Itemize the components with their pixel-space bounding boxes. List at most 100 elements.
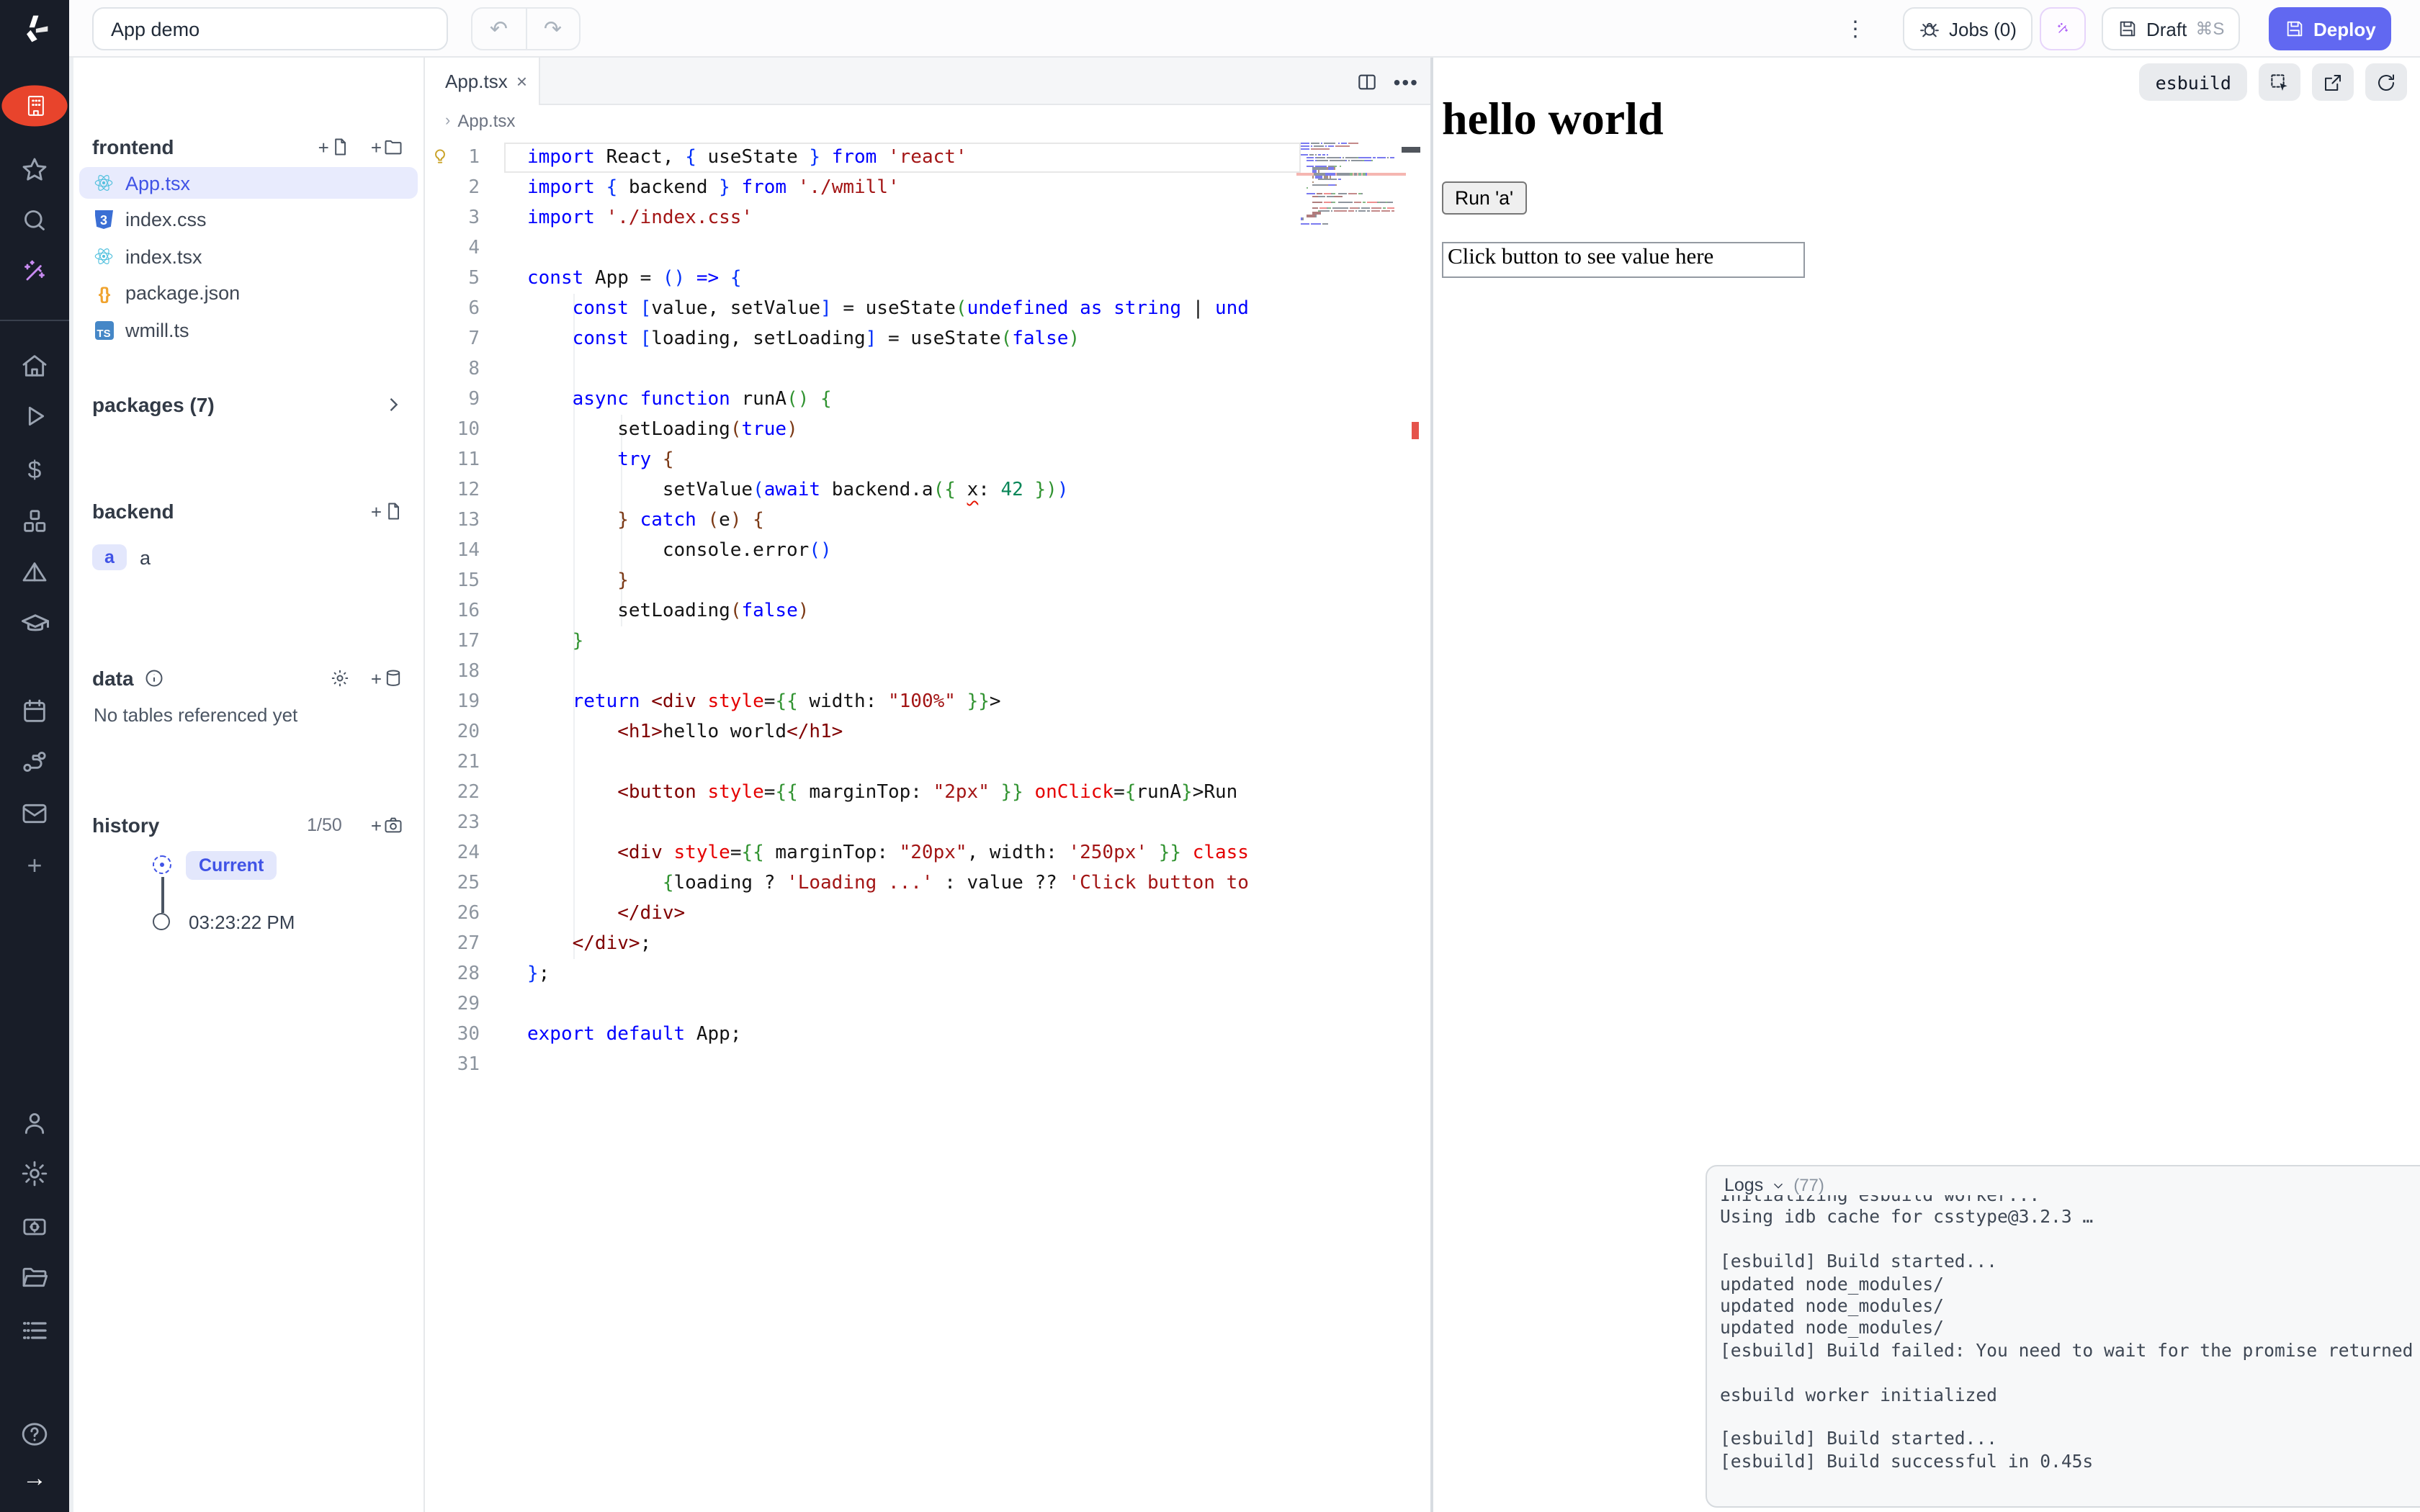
folders-icon[interactable] [0,1260,69,1295]
mail-icon[interactable] [0,796,69,831]
code-line-31[interactable] [527,1050,1298,1080]
triggers-prism-icon[interactable] [0,556,69,590]
code-lines[interactable]: import React, { useState } from 'react'i… [527,143,1298,1080]
code-line-7[interactable]: const [loading, setLoading] = useState(f… [527,324,1298,354]
code-line-8[interactable] [527,354,1298,384]
frontend-title: frontend [92,135,174,158]
code-line-13[interactable]: } catch (e) { [527,505,1298,536]
runs-play-icon[interactable] [0,399,69,433]
logs-panel[interactable]: Logs (77) Initializing esbuild worker...… [1706,1165,2420,1508]
editor-more-icon[interactable]: ••• [1394,70,1419,93]
code-line-20[interactable]: <h1>hello world</h1> [527,717,1298,747]
info-icon[interactable] [144,668,164,688]
history-current-badge[interactable]: Current [186,851,277,880]
file-row-app-tsx[interactable]: App.tsx [79,167,418,199]
add-table-button[interactable]: + [371,668,403,688]
close-tab-icon[interactable]: × [516,71,527,92]
jobs-button[interactable]: Jobs (0) [1903,7,2033,50]
chevron-right-icon[interactable] [383,395,403,415]
file-row-index-css[interactable]: 3index.css [79,204,418,235]
code-line-5[interactable]: const App = () => { [527,264,1298,294]
code-line-10[interactable]: setLoading(true) [527,415,1298,445]
user-icon[interactable] [0,1106,69,1140]
code-line-4[interactable] [527,233,1298,264]
file-name: index.css [125,209,207,230]
flows-route-icon[interactable] [0,744,69,779]
code-line-30[interactable]: export default App; [527,1020,1298,1050]
code-line-12[interactable]: setValue(await backend.a({ x: 42 })) [527,475,1298,505]
code-line-18[interactable] [527,657,1298,687]
data-settings-gear-icon[interactable] [331,668,351,688]
file-row-index-tsx[interactable]: index.tsx [79,240,418,272]
settings-gear-icon[interactable] [0,1156,69,1191]
logs-count: (77) [1793,1175,1824,1195]
code-line-21[interactable] [527,747,1298,778]
code-line-29[interactable] [527,989,1298,1020]
add-backend-script-button[interactable]: + [371,501,403,521]
breadcrumb[interactable]: › App.tsx [425,105,1430,137]
app-name-input[interactable] [92,7,448,50]
draft-shortcut: ⌘S [2195,19,2224,39]
code-line-25[interactable]: {loading ? 'Loading ...' : value ?? 'Cli… [527,868,1298,899]
search-icon[interactable] [0,203,69,238]
add-folder-button[interactable]: + [371,137,403,157]
workers-icon[interactable] [0,1210,69,1244]
windmill-logo-icon[interactable] [0,9,69,49]
tab-app-tsx[interactable]: App.tsx × [425,58,540,105]
file-row-package-json[interactable]: {}package.json [79,277,418,309]
more-menu-kebab-icon[interactable]: ⋮ [1838,12,1873,46]
schedules-calendar-icon[interactable] [0,694,69,729]
deploy-button[interactable]: Deploy [2269,7,2392,50]
code-line-26[interactable]: </div> [527,899,1298,929]
ai-assistant-button[interactable] [2040,7,2086,50]
undo-button[interactable]: ↶ [472,9,526,49]
redo-button[interactable]: ↷ [526,9,579,49]
learn-graduation-icon[interactable] [0,606,69,641]
file-row-wmill-ts[interactable]: TSwmill.ts [79,314,418,346]
chevron-down-icon[interactable] [1770,1177,1786,1193]
minimap[interactable] [1301,143,1402,229]
code-line-17[interactable]: } [527,626,1298,657]
code-area[interactable]: 1234567891011121314151617181920212223242… [425,137,1430,1512]
add-snapshot-button[interactable]: + [371,815,403,835]
code-line-15[interactable]: } [527,566,1298,596]
code-line-28[interactable]: }; [527,959,1298,989]
code-line-23[interactable] [527,808,1298,838]
code-line-14[interactable]: console.error() [527,536,1298,566]
ai-wand-icon[interactable] [0,255,69,289]
scrollbar-thumb[interactable] [1402,147,1420,152]
code-line-3[interactable]: import './index.css' [527,203,1298,233]
split-view-icon[interactable] [1356,70,1379,93]
favorites-star-icon[interactable] [0,153,69,187]
backend-script-row[interactable]: a a [92,544,151,570]
workspace-badge-icon[interactable] [1,86,67,127]
resources-cubes-icon[interactable] [0,504,69,539]
history-snapshot-time[interactable]: 03:23:22 PM [189,912,295,933]
usage-dollar-icon[interactable]: $ [0,452,69,487]
code-line-1[interactable]: import React, { useState } from 'react' [527,143,1298,173]
code-line-6[interactable]: const [value, setValue] = useState(undef… [527,294,1298,324]
run-a-button[interactable]: Run 'a' [1442,181,1526,215]
home-icon[interactable] [0,348,69,383]
expand-rail-arrow-icon[interactable]: → [0,1460,69,1495]
code-line-24[interactable]: <div style={{ marginTop: "20px", width: … [527,838,1298,868]
logs-label[interactable]: Logs [1724,1175,1763,1195]
code-line-27[interactable]: </div>; [527,929,1298,959]
code-line-22[interactable]: <button style={{ marginTop: "2px" }} onC… [527,778,1298,808]
log-line: [esbuild] Build started... [1720,1251,2420,1274]
code-line-19[interactable]: return <div style={{ width: "100%" }}> [527,687,1298,717]
draft-button[interactable]: Draft ⌘S [2102,7,2240,50]
code-line-9[interactable]: async function runA() { [527,384,1298,415]
add-file-button[interactable]: + [318,137,351,157]
add-plus-icon[interactable]: + [0,848,69,883]
log-line [1720,1407,2420,1429]
logs-output[interactable]: Initializing esbuild worker...Using idb … [1707,1195,2420,1503]
packages-section-header[interactable]: packages (7) [92,390,403,419]
code-line-2[interactable]: import { backend } from './wmill' [527,173,1298,203]
code-line-11[interactable]: try { [527,445,1298,475]
help-icon[interactable] [0,1417,69,1452]
file-name: wmill.ts [125,319,189,341]
code-line-16[interactable]: setLoading(false) [527,596,1298,626]
draft-label: Draft [2146,18,2187,40]
audit-list-icon[interactable] [0,1313,69,1348]
